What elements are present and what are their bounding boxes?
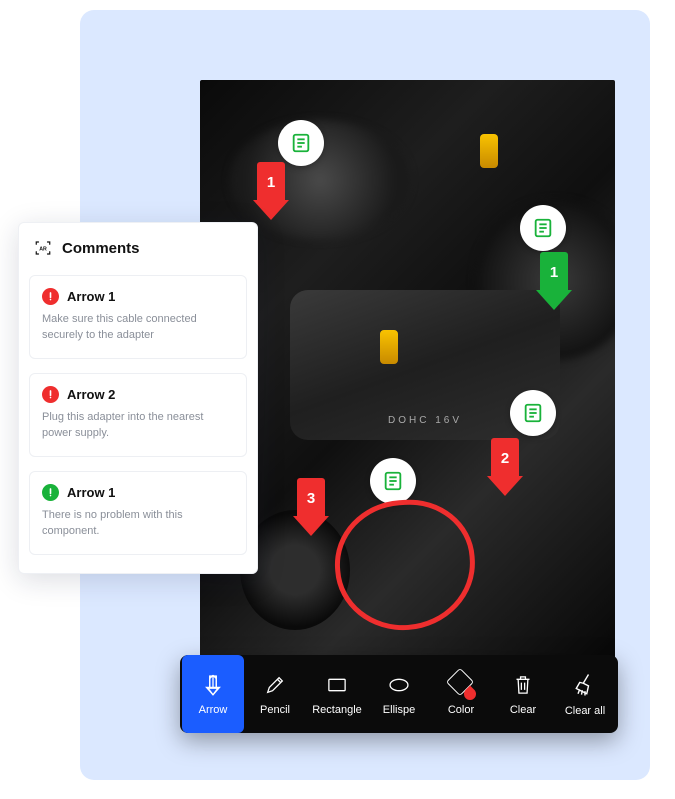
annotation-arrow-red[interactable]: 1 [254, 162, 288, 220]
engine-cover-label: DOHC 16V [388, 415, 462, 426]
comments-title: Comments [62, 240, 140, 257]
note-icon [522, 402, 544, 424]
comment-body: Plug this adapter into the nearest power… [42, 410, 234, 442]
color-icon [448, 672, 474, 698]
tool-label: Clear all [565, 705, 605, 717]
pencil-icon [262, 672, 288, 698]
annotation-arrow-red[interactable]: 3 [294, 478, 328, 536]
comment-title: Arrow 1 [67, 289, 115, 304]
tool-rectangle[interactable]: Rectangle [306, 655, 368, 733]
note-icon [382, 470, 404, 492]
annotation-toolbar: Arrow Pencil Rectangle Ellispe Color Cle… [180, 655, 618, 733]
tool-label: Arrow [199, 704, 228, 716]
comment-card[interactable]: Arrow 2 Plug this adapter into the neare… [29, 373, 247, 457]
note-icon [532, 217, 554, 239]
comment-body: Make sure this cable connected securely … [42, 312, 234, 344]
tool-label: Clear [510, 704, 536, 716]
tool-arrow[interactable]: Arrow [182, 655, 244, 733]
tool-label: Rectangle [312, 704, 362, 716]
note-marker[interactable] [520, 205, 566, 251]
broom-icon [571, 671, 599, 699]
comment-card[interactable]: Arrow 1 There is no problem with this co… [29, 471, 247, 555]
tool-clear-all[interactable]: Clear all [554, 655, 616, 733]
tool-ellipse[interactable]: Ellispe [368, 655, 430, 733]
note-icon [290, 132, 312, 154]
annotation-arrow-red[interactable]: 2 [488, 438, 522, 496]
tool-label: Pencil [260, 704, 290, 716]
comments-panel: AR Comments Arrow 1 Make sure this cable… [18, 222, 258, 574]
arrow-number: 2 [501, 450, 509, 467]
comment-body: There is no problem with this component. [42, 508, 234, 540]
annotated-image-view[interactable]: DOHC 16V 1 1 2 3 [200, 80, 615, 660]
comments-header: AR Comments [19, 223, 257, 271]
tool-color[interactable]: Color [430, 655, 492, 733]
ar-icon: AR [34, 239, 52, 257]
annotation-freehand-circle[interactable] [331, 495, 480, 634]
comment-title: Arrow 1 [67, 485, 115, 500]
annotation-arrow-green[interactable]: 1 [537, 252, 571, 310]
svg-text:AR: AR [39, 246, 47, 252]
trash-icon [510, 672, 536, 698]
arrow-number: 1 [267, 174, 275, 191]
arrow-number: 3 [307, 490, 315, 507]
tool-clear[interactable]: Clear [492, 655, 554, 733]
arrow-number: 1 [550, 264, 558, 281]
arrow-down-icon [200, 672, 226, 698]
tool-label: Ellispe [383, 704, 415, 716]
alert-icon [42, 386, 59, 403]
rectangle-icon [324, 672, 350, 698]
comment-title: Arrow 2 [67, 387, 115, 402]
engine-cap [380, 330, 398, 364]
tool-label: Color [448, 704, 474, 716]
note-marker[interactable] [278, 120, 324, 166]
tool-pencil[interactable]: Pencil [244, 655, 306, 733]
ellipse-icon [386, 672, 412, 698]
ok-icon [42, 484, 59, 501]
engine-cap [480, 134, 498, 168]
note-marker[interactable] [370, 458, 416, 504]
note-marker[interactable] [510, 390, 556, 436]
comment-card[interactable]: Arrow 1 Make sure this cable connected s… [29, 275, 247, 359]
alert-icon [42, 288, 59, 305]
